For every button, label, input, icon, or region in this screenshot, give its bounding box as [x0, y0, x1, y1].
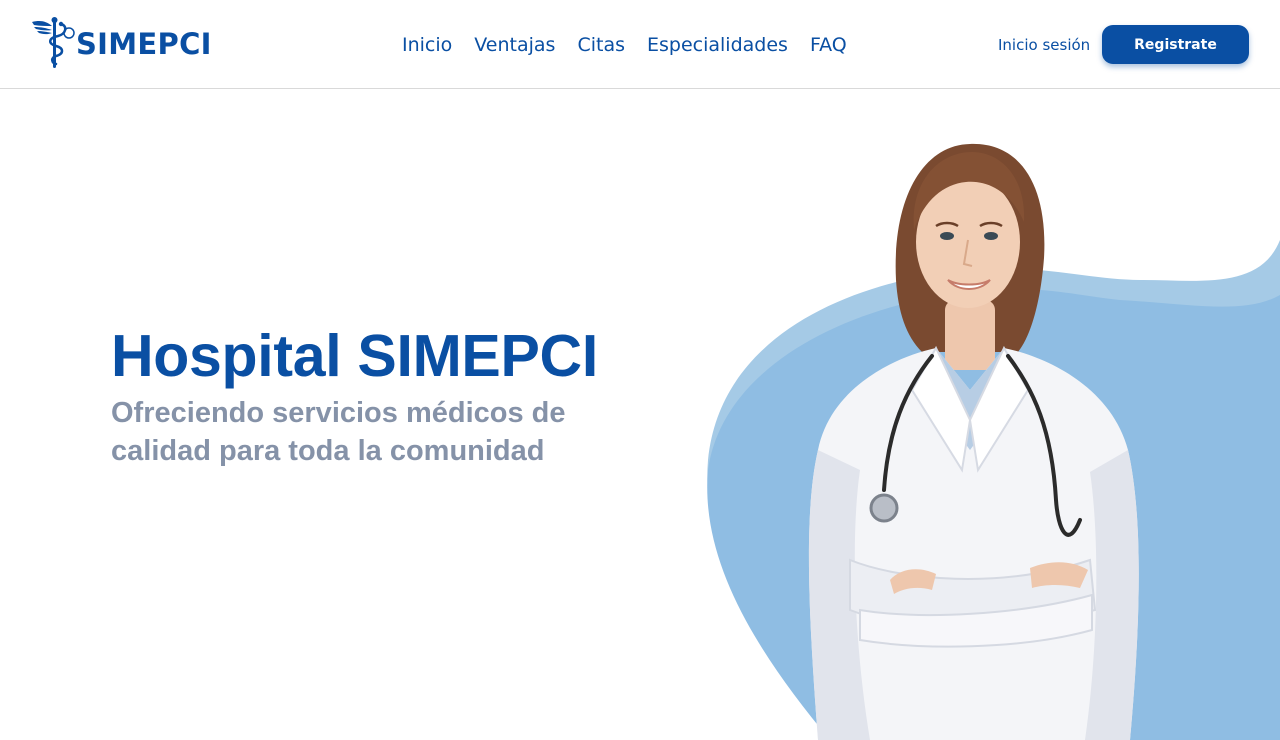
nav-item-citas[interactable]: Citas: [577, 31, 625, 59]
brand-logo[interactable]: SIMEPCI: [30, 16, 212, 72]
hero-subtitle: Ofreciendo servicios médicos de calidad …: [111, 397, 566, 467]
nav-item-ventajas[interactable]: Ventajas: [474, 31, 555, 59]
nav-item-especialidades[interactable]: Especialidades: [647, 31, 788, 59]
login-link[interactable]: Inicio sesión: [998, 36, 1090, 54]
nav-item-inicio[interactable]: Inicio: [402, 31, 452, 59]
nav-item-faq[interactable]: FAQ: [810, 31, 847, 59]
site-header: SIMEPCI Inicio Ventajas Citas Especialid…: [0, 0, 1280, 89]
caduceus-icon: [32, 17, 75, 68]
hero-title: Hospital SIMEPCI: [111, 323, 598, 389]
doctor-portrait: [707, 143, 1280, 740]
main-nav: Inicio Ventajas Citas Especialidades FAQ: [402, 31, 847, 59]
register-button[interactable]: Registrate: [1102, 25, 1249, 64]
brand-name: SIMEPCI: [76, 27, 212, 61]
